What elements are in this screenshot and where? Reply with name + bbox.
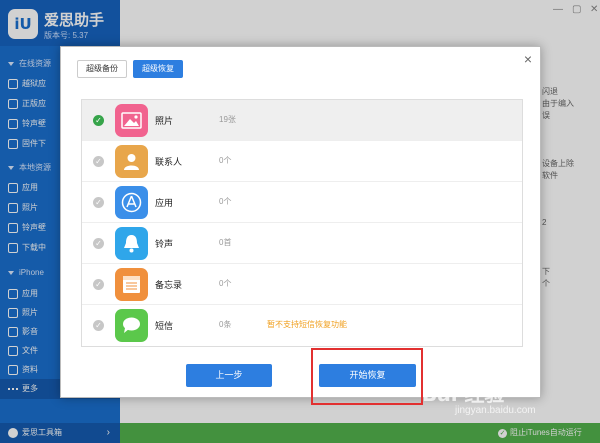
checked-icon[interactable]: ✓ [93, 115, 104, 126]
bell-icon [115, 227, 148, 260]
restore-list: ✓ 照片 19张 ✓ 联系人 0个 ✓ 应用 0个 ✓ 铃声 0首 ✓ 备忘录 … [81, 99, 523, 347]
item-count: 0个 [219, 279, 232, 288]
item-count: 0个 [219, 197, 232, 206]
photo-icon [115, 104, 148, 137]
item-label: 联系人 [155, 157, 183, 167]
item-count: 0首 [219, 238, 232, 247]
list-item-apps[interactable]: ✓ 应用 0个 [82, 182, 522, 223]
item-count: 0个 [219, 156, 232, 165]
unchecked-icon[interactable]: ✓ [93, 197, 104, 208]
list-item-messages[interactable]: ✓ 短信 0条 暂不支持短信恢复功能 [82, 305, 522, 346]
unsupported-note: 暂不支持短信恢复功能 [267, 320, 347, 329]
highlight-box [311, 348, 423, 405]
close-icon[interactable]: × [524, 51, 532, 67]
contact-icon [115, 145, 148, 178]
list-item-contacts[interactable]: ✓ 联系人 0个 [82, 141, 522, 182]
item-label: 备忘录 [155, 280, 183, 290]
unchecked-icon[interactable]: ✓ [93, 279, 104, 290]
watermark-url: jingyan.baidu.com [455, 405, 536, 416]
unchecked-icon[interactable]: ✓ [93, 156, 104, 167]
prev-step-button[interactable]: 上一步 [186, 364, 272, 387]
appstore-icon [115, 186, 148, 219]
item-count: 19张 [219, 115, 236, 124]
unchecked-icon[interactable]: ✓ [93, 238, 104, 249]
item-label: 铃声 [155, 239, 174, 249]
list-item-photos[interactable]: ✓ 照片 19张 [82, 100, 522, 141]
unchecked-icon[interactable]: ✓ [93, 320, 104, 331]
restore-dialog: × 超级备份 超级恢复 ✓ 照片 19张 ✓ 联系人 0个 ✓ 应用 0个 ✓ … [60, 46, 541, 405]
watermark: Bai 经验 [422, 382, 505, 406]
item-label: 应用 [155, 198, 174, 208]
item-count: 0条 [219, 320, 232, 329]
notes-icon [115, 268, 148, 301]
message-icon [115, 309, 148, 342]
tab-restore[interactable]: 超级恢复 [133, 60, 183, 78]
item-label: 照片 [155, 116, 174, 126]
list-item-ringtones[interactable]: ✓ 铃声 0首 [82, 223, 522, 264]
tab-backup[interactable]: 超级备份 [77, 60, 127, 78]
item-label: 短信 [155, 321, 174, 331]
list-item-notes[interactable]: ✓ 备忘录 0个 [82, 264, 522, 305]
